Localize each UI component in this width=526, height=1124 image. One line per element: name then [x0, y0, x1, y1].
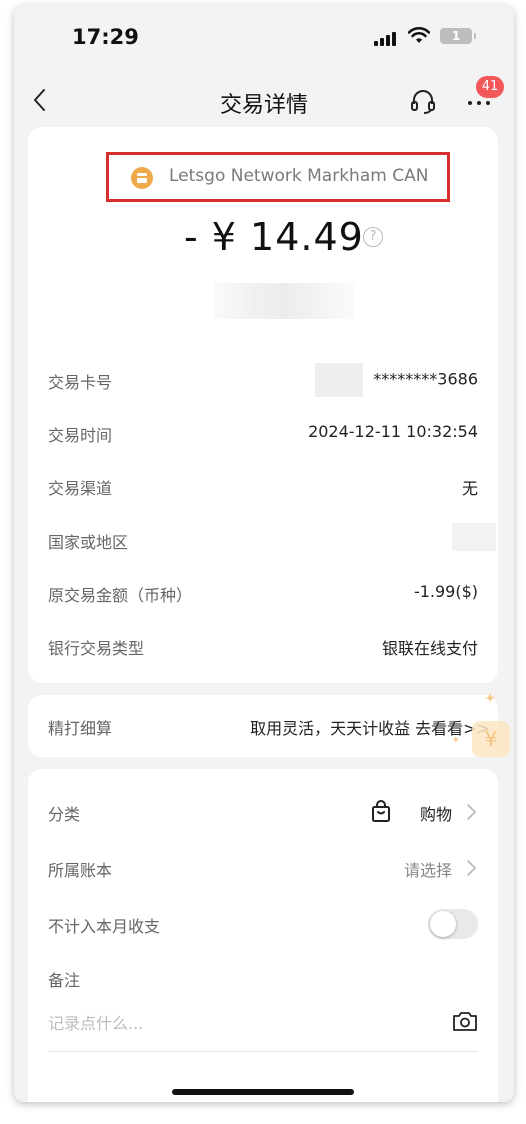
promo-card[interactable]: 精打细算 取用灵活，天天计收益 去看看>> ¥ ✦ ✦ [28, 691, 510, 757]
note-input[interactable] [48, 1009, 438, 1037]
detail-row-region: 国家或地区 [48, 523, 496, 555]
exclude-toggle[interactable] [428, 909, 478, 939]
detail-row-card-number: 交易卡号 ********3686 [48, 363, 478, 397]
detail-row-channel: 交易渠道 无 [48, 471, 478, 501]
headset-icon[interactable] [409, 87, 437, 115]
nav-bar: 交易详情 [14, 75, 514, 125]
sparkle-icon: ✦ [484, 691, 496, 707]
redacted-area [315, 363, 364, 397]
transaction-amount: - ¥ 14.49 [184, 215, 364, 259]
merchant-highlight: Letsgo Network Markham CAN [106, 152, 450, 202]
settings-card: 分类 购物 所属账本 请选择 不计入本月收支 备注 [28, 769, 498, 1102]
exclude-row: 不计入本月收支 [48, 909, 478, 939]
wifi-icon [408, 27, 430, 43]
status-bar: 17:29 1 [14, 5, 514, 65]
status-time: 17:29 [72, 25, 139, 49]
note-label: 备注 [48, 971, 81, 990]
detail-row-original-amount: 原交易金额（币种） -1.99($) [48, 578, 478, 608]
merchant-name: Letsgo Network Markham CAN [169, 166, 429, 186]
redacted-area [452, 523, 496, 551]
detail-value: -1.99($) [413, 582, 478, 601]
category-row[interactable]: 分类 购物 [48, 797, 478, 827]
shopping-bag-icon [372, 800, 390, 822]
category-value: 购物 [419, 805, 452, 824]
camera-icon[interactable] [452, 1009, 478, 1033]
help-icon[interactable]: ? [363, 227, 383, 247]
phone-screen: 17:29 1 交易详情 41 Letsgo Network Markham C… [14, 5, 514, 1102]
ledger-row[interactable]: 所属账本 请选择 [48, 853, 478, 883]
signal-icon [374, 30, 398, 46]
note-row: 备注 [48, 963, 478, 993]
sparkle-icon: ✦ [451, 735, 460, 746]
home-indicator[interactable] [172, 1089, 354, 1095]
detail-value: 2024-12-11 10:32:54 [308, 422, 478, 441]
promo-label: 精打细算 [48, 719, 113, 738]
category-label: 分类 [48, 805, 81, 824]
chevron-right-icon[interactable] [464, 803, 478, 821]
detail-label: 银行交易类型 [48, 639, 145, 658]
exclude-label: 不计入本月收支 [48, 917, 161, 936]
coin-icon: ¥ [472, 721, 510, 757]
detail-row-time: 交易时间 2024-12-11 10:32:54 [48, 418, 478, 448]
notification-badge: 41 [476, 76, 504, 98]
detail-value: ********3686 [315, 363, 478, 397]
card-number-value: ********3686 [373, 369, 478, 389]
detail-label: 交易渠道 [48, 479, 113, 498]
battery-icon: 1 [440, 28, 476, 44]
detail-row-bank-type: 银行交易类型 银联在线支付 [48, 631, 478, 661]
redacted-area [214, 283, 354, 319]
detail-label: 原交易金额（币种） [48, 586, 193, 605]
toggle-knob [430, 911, 456, 937]
merchant-icon [131, 167, 153, 189]
transaction-card: Letsgo Network Markham CAN - ¥ 14.49 ? 交… [28, 127, 498, 683]
detail-label: 国家或地区 [48, 533, 129, 552]
page-title: 交易详情 [219, 93, 308, 118]
chevron-right-icon[interactable] [464, 859, 478, 877]
ledger-value: 请选择 [403, 861, 452, 880]
ledger-label: 所属账本 [48, 861, 113, 880]
detail-label: 交易卡号 [48, 373, 113, 392]
detail-label: 交易时间 [48, 426, 113, 445]
detail-value: 银联在线支付 [381, 639, 478, 658]
divider [48, 1051, 478, 1052]
detail-value: 无 [461, 479, 478, 498]
